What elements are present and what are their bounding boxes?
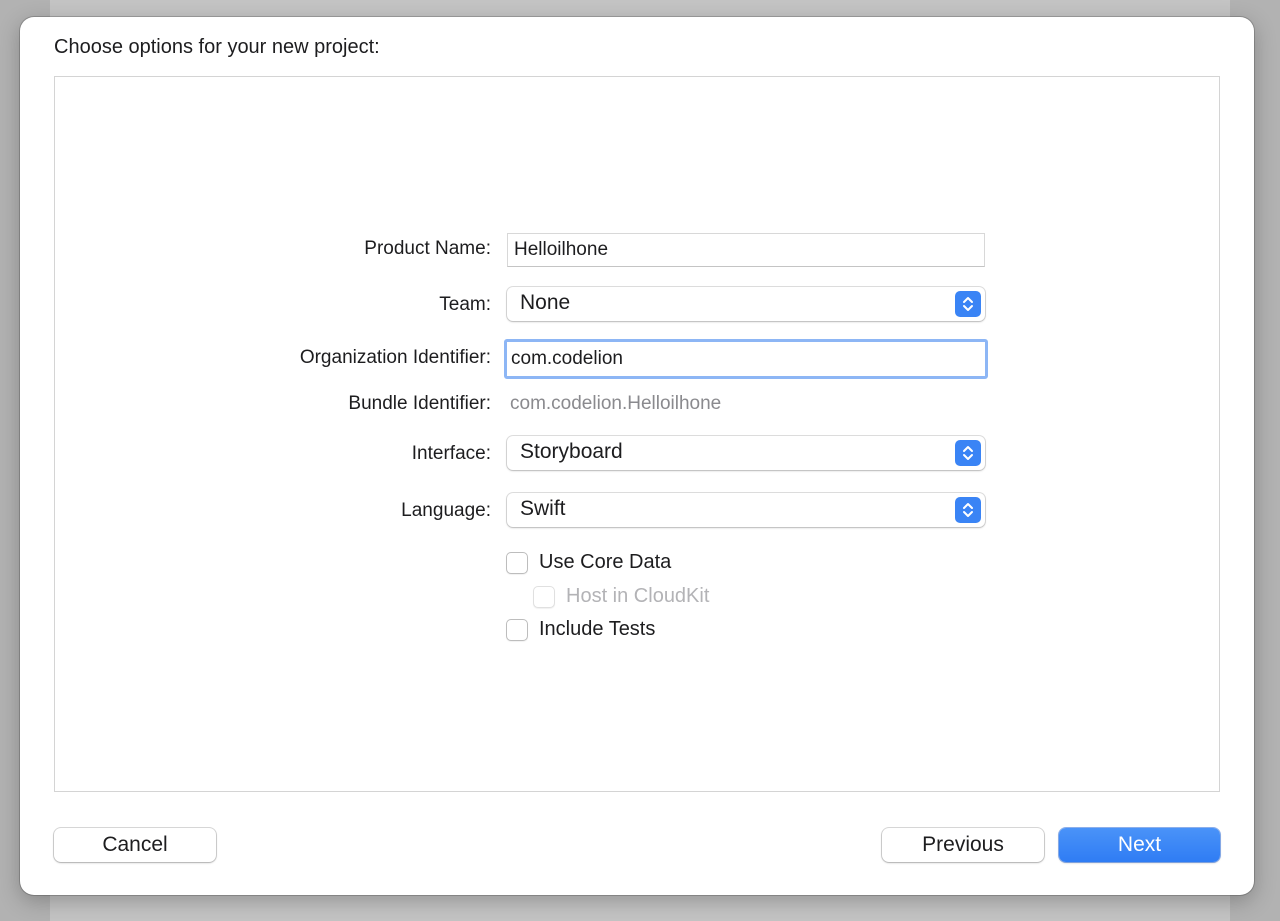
use-core-data-checkbox[interactable]	[506, 551, 528, 574]
include-tests-label: Include Tests	[539, 618, 656, 640]
team-label: Team:	[439, 294, 491, 315]
bundle-identifier-value: com.codelion.Helloilhone	[510, 393, 722, 414]
team-popup-value: None	[520, 291, 571, 314]
sheet-title: Choose options for your new project:	[54, 36, 380, 58]
next-button[interactable]: Next	[1059, 828, 1220, 862]
chevron-up-down-icon	[955, 291, 981, 317]
host-in-cloudkit-label: Host in CloudKit	[566, 585, 710, 607]
chevron-up-down-icon	[955, 497, 981, 523]
product-name-input[interactable]	[507, 233, 985, 267]
organization-identifier-input[interactable]	[504, 339, 988, 379]
host-in-cloudkit-option: Host in CloudKit	[533, 585, 709, 608]
cancel-button[interactable]: Cancel	[54, 828, 216, 862]
use-core-data-label: Use Core Data	[539, 551, 672, 573]
previous-button[interactable]: Previous	[882, 828, 1044, 862]
interface-popup[interactable]: Storyboard	[507, 436, 985, 470]
new-project-options-sheet: Choose options for your new project: Pro…	[20, 17, 1254, 895]
team-popup[interactable]: None	[507, 287, 985, 321]
language-popup-value: Swift	[520, 497, 566, 520]
product-name-label: Product Name:	[364, 238, 491, 259]
include-tests-checkbox[interactable]	[506, 618, 528, 641]
language-label: Language:	[401, 500, 491, 521]
use-core-data-option[interactable]: Use Core Data	[506, 551, 671, 574]
language-popup[interactable]: Swift	[507, 493, 985, 527]
host-in-cloudkit-checkbox	[533, 585, 555, 608]
interface-label: Interface:	[411, 443, 491, 464]
include-tests-option[interactable]: Include Tests	[506, 618, 655, 641]
interface-popup-value: Storyboard	[520, 440, 623, 463]
bundle-identifier-label: Bundle Identifier:	[348, 393, 491, 414]
organization-identifier-label: Organization Identifier:	[299, 347, 491, 368]
chevron-up-down-icon	[955, 440, 981, 466]
options-panel: Product Name: Team: None Organization Id…	[54, 76, 1220, 792]
